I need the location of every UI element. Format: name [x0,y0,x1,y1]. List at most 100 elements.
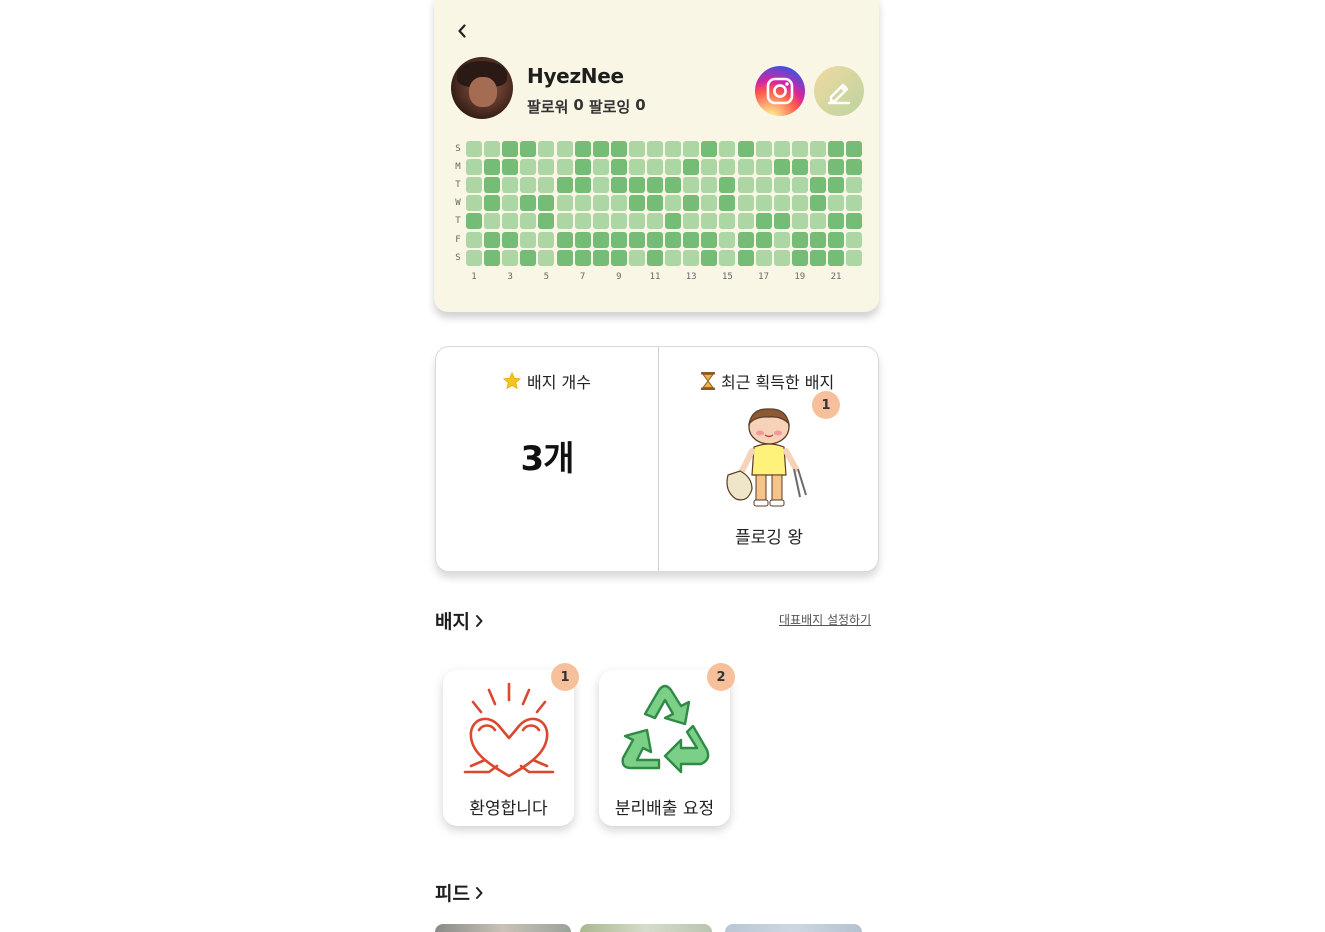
feed-section-link[interactable]: 피드 [435,879,484,906]
heatmap-cell[interactable] [610,195,627,212]
heatmap-cell[interactable] [809,249,826,266]
heatmap-cell[interactable] [556,231,573,248]
heatmap-cell[interactable] [809,213,826,230]
heatmap-cell[interactable] [773,213,790,230]
heatmap-cell[interactable] [538,231,555,248]
feed-thumbnail[interactable] [725,924,862,932]
heatmap-cell[interactable] [791,195,808,212]
heatmap-cell[interactable] [719,159,736,176]
heatmap-cell[interactable] [683,177,700,194]
heatmap-cell[interactable] [592,195,609,212]
heatmap-cell[interactable] [828,141,844,157]
heatmap-cell[interactable] [719,195,736,212]
heatmap-cell[interactable] [538,249,555,266]
heatmap-cell[interactable] [466,195,482,212]
heatmap-cell[interactable] [628,141,645,157]
heatmap-cell[interactable] [773,249,790,266]
heatmap-cell[interactable] [538,159,555,176]
heatmap-cell[interactable] [846,177,863,194]
heatmap-cell[interactable] [466,249,482,266]
heatmap-cell[interactable] [520,159,537,176]
heatmap-cell[interactable] [556,177,573,194]
heatmap-cell[interactable] [683,231,700,248]
heatmap-cell[interactable] [556,159,573,176]
heatmap-cell[interactable] [828,177,844,194]
heatmap-cell[interactable] [574,231,591,248]
feed-thumbnail[interactable] [580,924,712,932]
heatmap-cell[interactable] [773,159,790,176]
heatmap-cell[interactable] [773,231,790,248]
heatmap-cell[interactable] [520,231,537,248]
heatmap-cell[interactable] [683,249,700,266]
heatmap-cell[interactable] [502,159,519,176]
heatmap-cell[interactable] [538,213,555,230]
heatmap-cell[interactable] [665,213,682,230]
heatmap-cell[interactable] [628,159,645,176]
heatmap-cell[interactable] [665,141,682,157]
heatmap-cell[interactable] [701,141,718,157]
heatmap-cell[interactable] [556,213,573,230]
heatmap-cell[interactable] [755,213,772,230]
heatmap-cell[interactable] [466,177,482,194]
heatmap-cell[interactable] [484,231,501,248]
heatmap-cell[interactable] [628,231,645,248]
heatmap-cell[interactable] [665,249,682,266]
heatmap-cell[interactable] [520,141,537,157]
heatmap-cell[interactable] [809,159,826,176]
heatmap-cell[interactable] [647,231,663,248]
heatmap-cell[interactable] [737,249,754,266]
heatmap-cell[interactable] [701,231,718,248]
heatmap-cell[interactable] [628,195,645,212]
heatmap-cell[interactable] [628,213,645,230]
heatmap-cell[interactable] [809,231,826,248]
heatmap-cell[interactable] [791,231,808,248]
heatmap-cell[interactable] [828,159,844,176]
heatmap-cell[interactable] [719,177,736,194]
heatmap-cell[interactable] [773,195,790,212]
heatmap-cell[interactable] [647,249,663,266]
heatmap-cell[interactable] [466,159,482,176]
heatmap-cell[interactable] [846,231,863,248]
heatmap-cell[interactable] [665,177,682,194]
heatmap-cell[interactable] [701,177,718,194]
heatmap-cell[interactable] [737,231,754,248]
heatmap-cell[interactable] [737,177,754,194]
heatmap-cell[interactable] [719,213,736,230]
heatmap-cell[interactable] [520,177,537,194]
heatmap-cell[interactable] [828,231,844,248]
heatmap-cell[interactable] [755,249,772,266]
heatmap-cell[interactable] [828,249,844,266]
badge-tile-recycle[interactable]: 2 분리배출 요정 [599,663,735,826]
followers-label[interactable]: 팔로워 [527,96,568,117]
heatmap-cell[interactable] [755,177,772,194]
heatmap-cell[interactable] [719,141,736,157]
heatmap-cell[interactable] [846,213,863,230]
heatmap-cell[interactable] [592,249,609,266]
heatmap-cell[interactable] [502,141,519,157]
heatmap-cell[interactable] [647,141,663,157]
heatmap-cell[interactable] [755,141,772,157]
heatmap-cell[interactable] [538,141,555,157]
heatmap-cell[interactable] [647,195,663,212]
heatmap-cell[interactable] [846,159,863,176]
heatmap-cell[interactable] [484,177,501,194]
badges-section-link[interactable]: 배지 [435,607,484,634]
edit-profile-button[interactable] [814,66,864,116]
heatmap-cell[interactable] [466,213,482,230]
heatmap-cell[interactable] [592,177,609,194]
heatmap-cell[interactable] [574,141,591,157]
heatmap-cell[interactable] [466,231,482,248]
heatmap-cell[interactable] [538,177,555,194]
heatmap-cell[interactable] [610,231,627,248]
heatmap-cell[interactable] [502,249,519,266]
heatmap-cell[interactable] [828,195,844,212]
heatmap-cell[interactable] [791,177,808,194]
heatmap-cell[interactable] [610,249,627,266]
heatmap-cell[interactable] [502,213,519,230]
instagram-button[interactable] [755,66,805,116]
heatmap-cell[interactable] [647,159,663,176]
heatmap-cell[interactable] [610,141,627,157]
heatmap-cell[interactable] [683,141,700,157]
heatmap-cell[interactable] [574,159,591,176]
heatmap-cell[interactable] [556,249,573,266]
